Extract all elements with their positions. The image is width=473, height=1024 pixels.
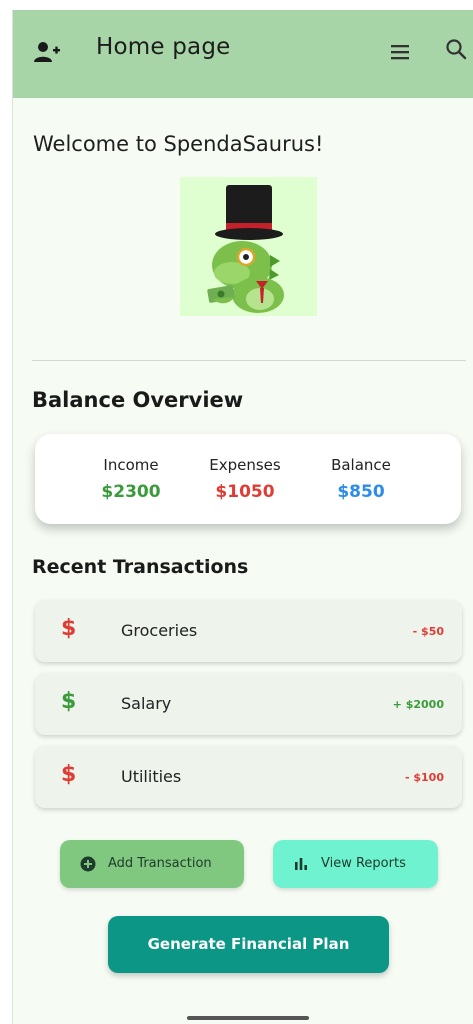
add-transaction-button[interactable]: Add Transaction [60, 840, 244, 888]
expenses-value: $1050 [215, 482, 275, 502]
balance-overview-title: Balance Overview [32, 388, 244, 412]
menu-icon[interactable] [389, 41, 411, 63]
search-icon[interactable] [444, 37, 468, 61]
transaction-name: Utilities [121, 767, 182, 786]
income-label: Income [103, 456, 159, 474]
transaction-row[interactable]: $ Groceries - $50 [35, 600, 462, 662]
transaction-amount: - $50 [412, 625, 444, 638]
generate-financial-plan-button[interactable]: Generate Financial Plan [108, 916, 389, 973]
expenses-label: Expenses [209, 456, 281, 474]
transaction-row[interactable]: $ Utilities - $100 [35, 746, 462, 808]
recent-transactions-title: Recent Transactions [32, 556, 249, 578]
home-indicator [187, 1016, 309, 1020]
view-reports-button[interactable]: View Reports [273, 840, 438, 888]
section-divider [32, 360, 466, 361]
mascot-image [180, 177, 317, 316]
expenses-stat: Expenses $1050 [201, 456, 289, 502]
view-reports-label: View Reports [321, 856, 406, 871]
welcome-heading: Welcome to SpendaSaurus! [33, 132, 324, 156]
bar-chart-icon [295, 858, 307, 870]
income-value: $2300 [101, 482, 161, 502]
page-title: Home page [96, 34, 231, 60]
add-transaction-label: Add Transaction [108, 856, 212, 871]
app-screen: Home page Welcome to SpendaSaurus! Balan… [12, 10, 473, 1024]
dollar-icon: $ [61, 689, 77, 714]
dinosaur-mascot-icon [207, 185, 284, 313]
transaction-amount: + $2000 [392, 698, 444, 711]
balance-label: Balance [331, 456, 391, 474]
dollar-icon: $ [61, 762, 77, 787]
dollar-icon: $ [61, 616, 77, 641]
balance-value: $850 [337, 482, 385, 502]
balance-stat: Balance $850 [317, 456, 405, 502]
balance-card: Income $2300 Expenses $1050 Balance $850 [35, 434, 461, 524]
app-bar: Home page [13, 10, 473, 98]
transaction-name: Salary [121, 694, 172, 713]
transaction-row[interactable]: $ Salary + $2000 [35, 673, 462, 735]
transaction-name: Groceries [121, 621, 198, 640]
transaction-amount: - $100 [404, 771, 444, 784]
add-circle-icon [80, 856, 96, 872]
generate-plan-label: Generate Financial Plan [147, 935, 350, 953]
add-user-icon[interactable] [33, 40, 61, 64]
income-stat: Income $2300 [87, 456, 175, 502]
